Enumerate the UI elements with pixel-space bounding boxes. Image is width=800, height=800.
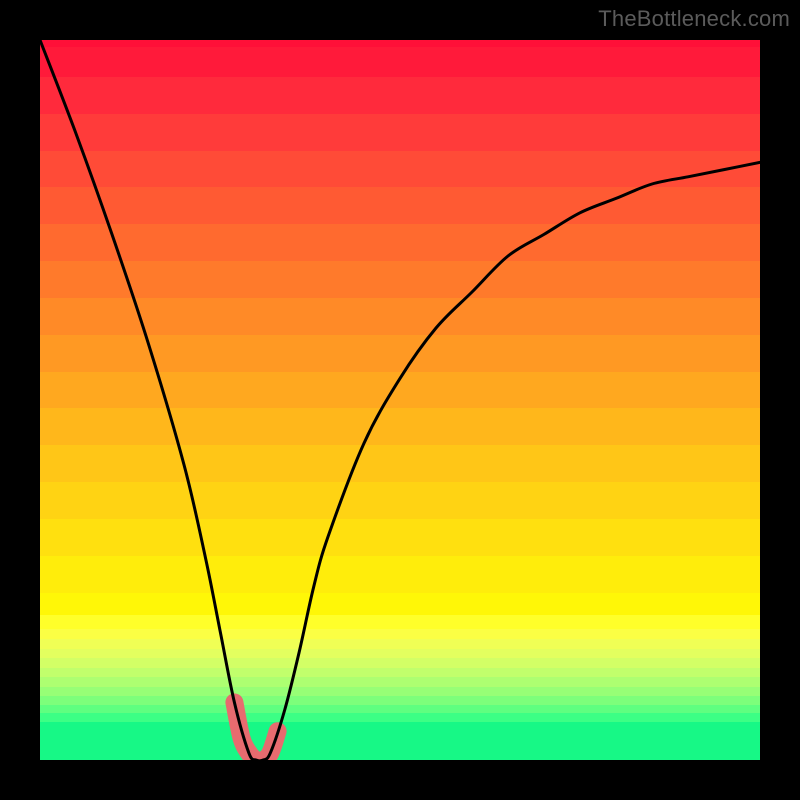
bottleneck-curve: [40, 40, 760, 760]
chart-frame: TheBottleneck.com: [0, 0, 800, 800]
plot-area: [40, 40, 760, 760]
watermark-text: TheBottleneck.com: [598, 6, 790, 32]
curve-layer: [40, 40, 760, 760]
